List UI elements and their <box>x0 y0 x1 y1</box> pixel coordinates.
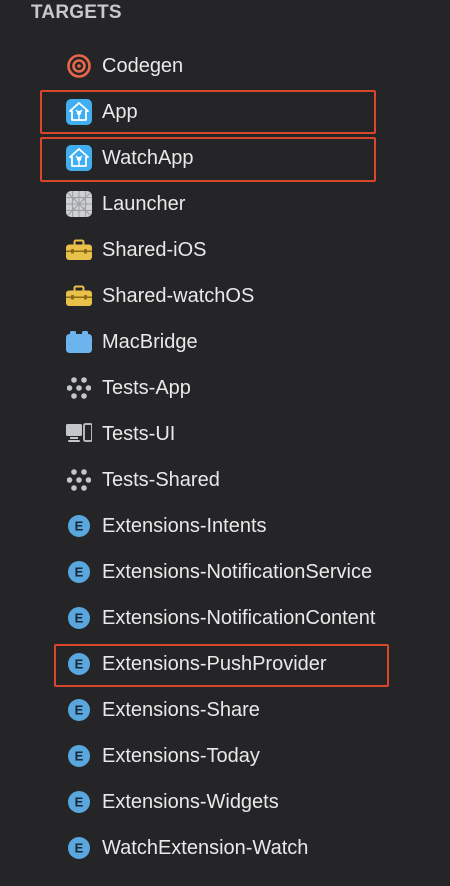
toolbox-icon <box>66 283 92 309</box>
target-label: Extensions-PushProvider <box>102 652 327 675</box>
svg-text:E: E <box>75 841 84 856</box>
svg-text:E: E <box>75 795 84 810</box>
targets-list: Codegen App WatchApp Launcher Shared-iOS… <box>0 43 450 871</box>
launcher-icon <box>66 191 92 217</box>
extension-icon: E <box>66 789 92 815</box>
extension-icon: E <box>66 651 92 677</box>
target-label: WatchApp <box>102 146 194 169</box>
target-label: Shared-iOS <box>102 238 207 261</box>
extension-icon: E <box>66 743 92 769</box>
target-icon <box>66 53 92 79</box>
svg-text:E: E <box>75 749 84 764</box>
bundle-icon <box>66 329 92 355</box>
target-item-extensions-intents[interactable]: E Extensions-Intents <box>0 503 450 549</box>
extension-icon: E <box>66 697 92 723</box>
target-item-macbridge[interactable]: MacBridge <box>0 319 450 365</box>
section-header-targets: TARGETS <box>31 2 122 23</box>
target-label: MacBridge <box>102 330 198 353</box>
target-item-app[interactable]: App <box>0 89 450 135</box>
unit-test-icon <box>66 467 92 493</box>
target-item-watchapp[interactable]: WatchApp <box>0 135 450 181</box>
svg-text:E: E <box>75 657 84 672</box>
target-label: Extensions-Widgets <box>102 790 279 813</box>
ui-test-icon <box>66 421 92 447</box>
unit-test-icon <box>66 375 92 401</box>
target-item-shared-ios[interactable]: Shared-iOS <box>0 227 450 273</box>
app-icon <box>66 99 92 125</box>
target-label: Codegen <box>102 54 184 77</box>
target-item-extensions-notificationcontent[interactable]: E Extensions-NotificationContent <box>0 595 450 641</box>
target-item-extensions-widgets[interactable]: E Extensions-Widgets <box>0 779 450 825</box>
toolbox-icon <box>66 237 92 263</box>
app-icon <box>66 145 92 171</box>
target-label: Extensions-NotificationContent <box>102 606 376 629</box>
target-label: WatchExtension-Watch <box>102 836 309 859</box>
target-label: Extensions-NotificationService <box>102 560 373 583</box>
target-label: Tests-UI <box>102 422 176 445</box>
target-item-tests-app[interactable]: Tests-App <box>0 365 450 411</box>
target-label: Launcher <box>102 192 186 215</box>
svg-text:E: E <box>75 519 84 534</box>
svg-text:E: E <box>75 611 84 626</box>
extension-icon: E <box>66 835 92 861</box>
extension-icon: E <box>66 605 92 631</box>
target-label: Shared-watchOS <box>102 284 255 307</box>
target-item-extensions-today[interactable]: E Extensions-Today <box>0 733 450 779</box>
target-item-tests-ui[interactable]: Tests-UI <box>0 411 450 457</box>
target-label: Tests-Shared <box>102 468 220 491</box>
target-item-launcher[interactable]: Launcher <box>0 181 450 227</box>
target-item-extensions-notificationservice[interactable]: E Extensions-NotificationService <box>0 549 450 595</box>
svg-text:E: E <box>75 565 84 580</box>
target-label: Extensions-Today <box>102 744 260 767</box>
target-label: App <box>102 100 138 123</box>
target-label: Tests-App <box>102 376 191 399</box>
svg-text:E: E <box>75 703 84 718</box>
extension-icon: E <box>66 513 92 539</box>
target-item-extensions-pushprovider[interactable]: E Extensions-PushProvider <box>0 641 450 687</box>
target-item-shared-watchos[interactable]: Shared-watchOS <box>0 273 450 319</box>
target-item-tests-shared[interactable]: Tests-Shared <box>0 457 450 503</box>
extension-icon: E <box>66 559 92 585</box>
target-label: Extensions-Share <box>102 698 260 721</box>
target-item-extensions-share[interactable]: E Extensions-Share <box>0 687 450 733</box>
target-item-watchextension-watch[interactable]: E WatchExtension-Watch <box>0 825 450 871</box>
target-label: Extensions-Intents <box>102 514 267 537</box>
target-item-codegen[interactable]: Codegen <box>0 43 450 89</box>
